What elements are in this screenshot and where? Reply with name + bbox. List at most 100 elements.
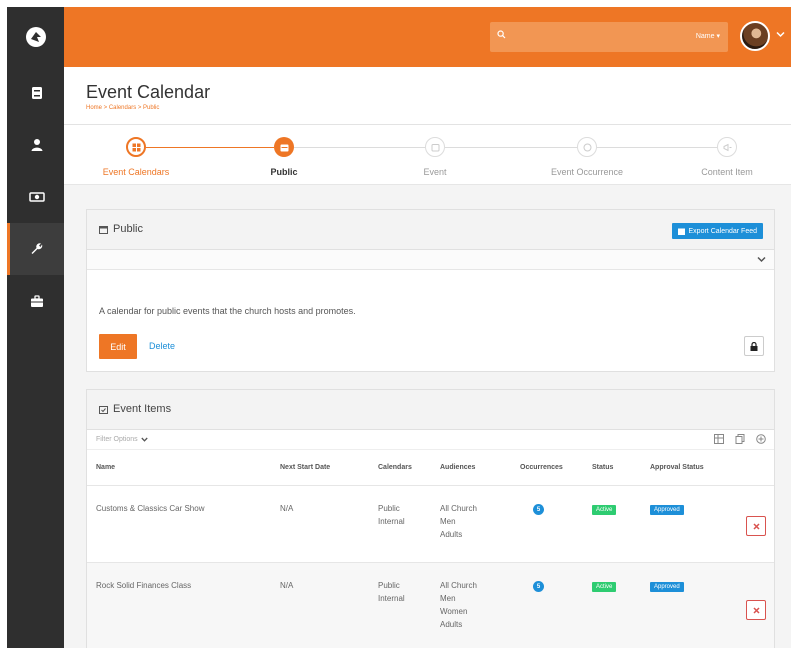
audience-name: Women xyxy=(440,607,468,616)
breadcrumb[interactable]: Home > Calendars > Public xyxy=(86,105,159,111)
filter-row: Filter Options xyxy=(87,430,774,450)
audiences-cell: All Church Men Adults xyxy=(440,502,477,541)
sidebar-item-book[interactable] xyxy=(7,67,64,119)
calendar-check-icon xyxy=(99,405,108,414)
main-content: Event Calendar Home > Calendars > Public… xyxy=(64,67,791,648)
chevron-down-icon[interactable] xyxy=(757,256,766,263)
audience-name: All Church xyxy=(440,504,477,513)
merge-template-icon[interactable] xyxy=(735,434,745,444)
chevron-down-icon xyxy=(140,437,148,442)
audience-name: Adults xyxy=(440,620,463,629)
excel-export-icon[interactable] xyxy=(714,434,724,444)
delete-row-button[interactable] xyxy=(746,516,766,536)
status-badge: Active xyxy=(592,582,617,592)
step-connector xyxy=(445,147,577,148)
step-connector xyxy=(597,147,717,148)
app-logo[interactable] xyxy=(7,7,64,67)
page-title: Event Calendar xyxy=(86,82,211,102)
calendars-icon xyxy=(132,143,140,151)
search-scope-dropdown[interactable]: Name ▾ xyxy=(696,32,720,40)
add-icon[interactable] xyxy=(756,434,766,444)
event-name: Customs & Classics Car Show xyxy=(96,504,205,513)
security-button[interactable] xyxy=(744,336,764,356)
sidebar-item-people[interactable] xyxy=(7,119,64,171)
column-header[interactable]: Calendars xyxy=(378,464,412,471)
column-header[interactable]: Next Start Date xyxy=(280,464,330,471)
calendar-icon xyxy=(280,144,288,151)
event-items-panel: Event Items Filter Options Name Next Sta… xyxy=(86,389,775,648)
column-header[interactable]: Name xyxy=(96,464,115,471)
sidebar-item-finance[interactable] xyxy=(7,171,64,223)
grid-actions xyxy=(714,434,766,444)
delete-button[interactable]: Delete xyxy=(149,341,175,351)
step-label[interactable]: Event Calendars xyxy=(81,167,191,177)
step-label[interactable]: Public xyxy=(229,167,339,177)
wrench-icon xyxy=(31,243,43,254)
occurrence-icon xyxy=(583,143,591,151)
filter-options-label: Filter Options xyxy=(96,436,138,443)
next-start-date: N/A xyxy=(280,504,294,513)
step-label[interactable]: Event xyxy=(380,167,490,177)
occurrences-badge: 5 xyxy=(533,504,544,515)
close-icon xyxy=(752,606,760,614)
approval-badge: Approved xyxy=(650,582,684,592)
filter-options-toggle[interactable]: Filter Options xyxy=(96,436,148,443)
page-header: Event Calendar Home > Calendars > Public xyxy=(64,67,791,125)
calendar-name: Public xyxy=(378,581,400,590)
column-header[interactable]: Approval Status xyxy=(650,464,704,471)
event-name: Rock Solid Finances Class xyxy=(96,581,192,590)
book-icon xyxy=(32,87,42,99)
export-calendar-feed-button[interactable]: Export Calendar Feed xyxy=(671,223,763,239)
step-label[interactable]: Content Item xyxy=(672,167,782,177)
calendar-description: A calendar for public events that the ch… xyxy=(99,306,356,316)
calendars-cell: Public Internal xyxy=(378,502,405,528)
export-label: Export Calendar Feed xyxy=(688,227,757,235)
wizard-steps: Event Calendars Public Event Event Occur… xyxy=(64,125,791,185)
delete-row-button[interactable] xyxy=(746,600,766,620)
calendars-cell: Public Internal xyxy=(378,579,405,605)
panel-title: Event Items xyxy=(99,403,171,415)
step-connector xyxy=(146,147,274,148)
top-bar: Name ▾ xyxy=(64,7,791,67)
table-row[interactable]: Customs & Classics Car Show N/A Public I… xyxy=(87,486,774,563)
step-label[interactable]: Event Occurrence xyxy=(532,167,642,177)
step-content-item[interactable] xyxy=(717,137,737,157)
panel-title-text: Event Items xyxy=(113,403,172,415)
step-event[interactable] xyxy=(425,137,445,157)
calendar-name: Public xyxy=(378,504,400,513)
step-event-occurrence[interactable] xyxy=(577,137,597,157)
column-header[interactable]: Audiences xyxy=(440,464,475,471)
megaphone-icon xyxy=(723,143,731,151)
event-icon xyxy=(431,143,439,151)
collapse-bar[interactable] xyxy=(87,250,774,270)
search-input[interactable]: Name ▾ xyxy=(490,22,728,52)
table-row[interactable]: Rock Solid Finances Class N/A Public Int… xyxy=(87,563,774,648)
sidebar-item-admin[interactable] xyxy=(7,275,64,327)
sidebar xyxy=(7,7,64,648)
close-icon xyxy=(752,522,760,530)
chevron-down-icon[interactable] xyxy=(776,31,785,38)
avatar[interactable] xyxy=(740,21,770,51)
calendar-name: Internal xyxy=(378,517,405,526)
audience-name: Men xyxy=(440,517,456,526)
next-start-date: N/A xyxy=(280,581,294,590)
audiences-cell: All Church Men Women Adults xyxy=(440,579,477,631)
status-badge: Active xyxy=(592,505,617,515)
panel-title-text: Public xyxy=(113,223,143,235)
sidebar-item-tools[interactable] xyxy=(7,223,64,275)
panel-header: Public Export Calendar Feed xyxy=(87,210,774,250)
column-header[interactable]: Occurrences xyxy=(520,464,563,471)
audience-name: All Church xyxy=(440,581,477,590)
step-public[interactable] xyxy=(274,137,294,157)
rock-logo-icon xyxy=(25,27,46,47)
audience-name: Men xyxy=(440,594,456,603)
step-event-calendars[interactable] xyxy=(126,137,146,157)
column-header[interactable]: Status xyxy=(592,464,613,471)
edit-button[interactable]: Edit xyxy=(99,334,137,359)
briefcase-icon xyxy=(31,294,43,307)
panel-title: Public xyxy=(99,223,143,235)
panel-header: Event Items xyxy=(87,390,774,430)
money-icon xyxy=(29,192,45,202)
table-header: Name Next Start Date Calendars Audiences… xyxy=(87,450,774,486)
audience-name: Adults xyxy=(440,530,463,539)
